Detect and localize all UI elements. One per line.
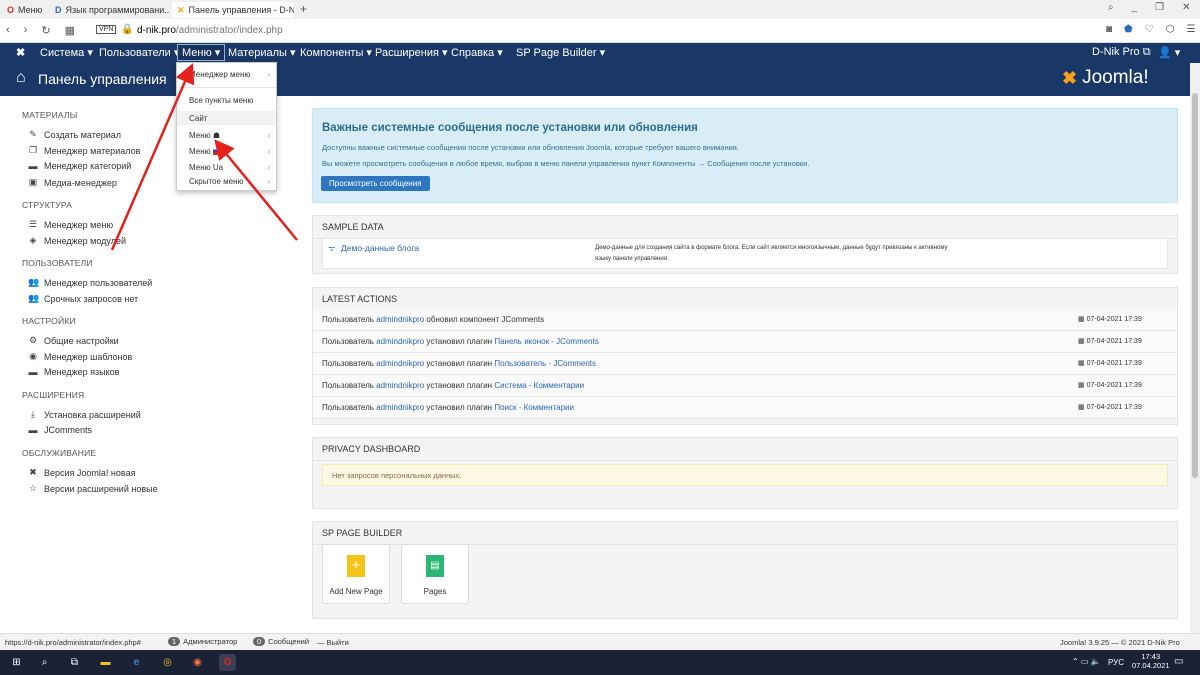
annotation-arrows xyxy=(110,63,298,251)
task-view-icon[interactable]: ⧉ xyxy=(66,654,83,671)
logout-link[interactable]: — Выйти xyxy=(317,638,349,647)
footer-version: Joomla! 3.9.25 — © 2021 D-Nik Pro xyxy=(1060,638,1180,647)
tray-icons[interactable]: ⌃ ▭ 🔈 xyxy=(1072,657,1101,666)
messages-link[interactable]: 0 Сообщений xyxy=(253,637,309,646)
search-icon[interactable]: ⌕ xyxy=(36,654,53,671)
firefox-icon[interactable]: ◉ xyxy=(189,654,206,671)
red-arrow-to-main-menu xyxy=(214,139,298,241)
red-arrow-to-menu xyxy=(110,63,195,251)
status-bar: https://d-nik.pro/administrator/index.ph… xyxy=(0,633,1200,650)
status-url: https://d-nik.pro/administrator/index.ph… xyxy=(5,638,141,647)
windows-taskbar: ⊞ ⌕ ⧉ ▬ e ◎ ◉ O ⌃ ▭ 🔈 РУС 17:43 07.04.202… xyxy=(0,650,1200,675)
notifications-icon[interactable]: ▭ xyxy=(1174,656,1183,667)
start-icon[interactable]: ⊞ xyxy=(8,654,25,671)
chrome-icon[interactable]: ◎ xyxy=(159,654,176,671)
opera-icon[interactable]: O xyxy=(219,654,236,671)
file-explorer-icon[interactable]: ▬ xyxy=(97,654,114,671)
clock[interactable]: 17:43 07.04.2021 xyxy=(1132,652,1170,670)
language-indicator[interactable]: РУС xyxy=(1108,658,1124,667)
edge-icon[interactable]: e xyxy=(128,654,145,671)
admins-link[interactable]: 1 Администратор xyxy=(168,637,237,646)
